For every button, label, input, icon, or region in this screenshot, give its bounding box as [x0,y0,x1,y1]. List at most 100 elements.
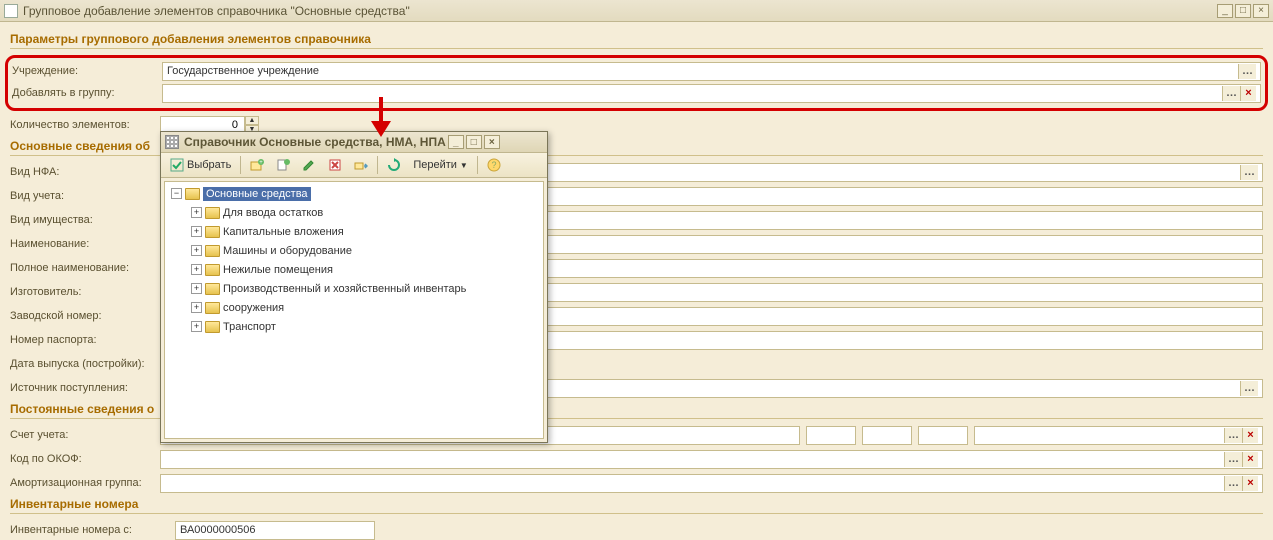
add-folder-button[interactable]: + [245,155,269,175]
minimize-button[interactable]: _ [1217,4,1233,18]
folder-icon [205,283,220,295]
dialog-titlebar: Справочник Основные средства, НМА, НПА _… [161,132,547,153]
expand-icon[interactable]: + [191,321,202,332]
svg-text:+: + [260,160,264,166]
tree-item-label: Нежилые помещения [223,264,333,276]
move-button[interactable] [349,155,373,175]
okof-clear-button[interactable]: × [1242,452,1258,467]
account-sub1[interactable] [806,426,856,445]
prop-label: Вид имущества: [10,214,160,226]
inv-start-label: Инвентарные номера с: [10,524,175,536]
tree-item[interactable]: + сооружения [167,298,541,317]
expand-icon[interactable]: + [191,226,202,237]
reference-dialog: Справочник Основные средства, НМА, НПА _… [160,131,548,443]
account-clear-button[interactable]: × [1242,428,1258,443]
okof-label: Код по ОКОФ: [10,453,160,465]
folder-icon [205,302,220,314]
add-item-button[interactable] [271,155,295,175]
select-button[interactable]: Выбрать [165,155,236,175]
name-label: Наименование: [10,238,160,250]
goto-button-label: Перейти [413,159,457,171]
tree-item[interactable]: + Производственный и хозяйственный инвент… [167,279,541,298]
group-label: Добавлять в группу: [12,87,162,99]
highlighted-params: Учреждение: Государственное учреждение …… [5,55,1268,111]
fullname-label: Полное наименование: [10,262,160,274]
dialog-title: Справочник Основные средства, НМА, НПА [184,135,446,149]
main-titlebar: Групповое добавление элементов справочни… [0,0,1273,22]
expand-icon[interactable]: + [191,245,202,256]
tree-root-label: Основные средства [203,187,311,201]
passport-label: Номер паспорта: [10,334,160,346]
factory-label: Заводской номер: [10,310,160,322]
tree-item[interactable]: + Для ввода остатков [167,203,541,222]
expand-icon[interactable]: + [191,207,202,218]
dialog-close-button[interactable]: × [484,135,500,149]
section-inv-title: Инвентарные номера [10,497,1263,514]
tree-item-label: Производственный и хозяйственный инвента… [223,283,466,295]
account-tail-field[interactable]: … × [974,426,1263,445]
expand-icon[interactable]: + [191,264,202,275]
tree-item-label: сооружения [223,302,284,314]
close-button[interactable]: × [1253,4,1269,18]
tree-item[interactable]: + Нежилые помещения [167,260,541,279]
org-label: Учреждение: [12,65,162,77]
okof-field[interactable]: … × [160,450,1263,469]
amort-select-button[interactable]: … [1224,476,1242,491]
count-up-button[interactable]: ▲ [245,116,259,125]
group-field[interactable]: … × [162,84,1261,103]
inv-start-value: ВА0000000506 [180,524,256,536]
folder-icon [205,264,220,276]
tree-item[interactable]: + Транспорт [167,317,541,336]
account-select-button[interactable]: … [1224,428,1242,443]
dialog-toolbar: Выбрать + Перейти ▼ ? [161,153,547,178]
maximize-button[interactable]: □ [1235,4,1251,18]
maker-label: Изготовитель: [10,286,160,298]
delete-button[interactable] [323,155,347,175]
org-field[interactable]: Государственное учреждение … [162,62,1261,81]
nfa-select-button[interactable]: … [1240,165,1258,180]
group-clear-button[interactable]: × [1240,86,1256,101]
svg-text:?: ? [491,160,496,170]
tree-item-label: Транспорт [223,321,276,333]
account-sub2[interactable] [862,426,912,445]
inv-start-field[interactable]: ВА0000000506 [175,521,375,540]
tree-item-label: Капитальные вложения [223,226,344,238]
folder-icon [185,188,200,200]
account-sub3[interactable] [918,426,968,445]
source-label: Источник поступления: [10,382,160,394]
amort-clear-button[interactable]: × [1242,476,1258,491]
window-title: Групповое добавление элементов справочни… [23,4,410,18]
acc-label: Вид учета: [10,190,160,202]
org-select-button[interactable]: … [1238,64,1256,79]
tree-area[interactable]: − Основные средства +Для ввода остатков+… [164,181,544,439]
count-label: Количество элементов: [10,119,160,131]
collapse-icon[interactable]: − [171,188,182,199]
select-button-label: Выбрать [187,159,231,171]
okof-select-button[interactable]: … [1224,452,1242,467]
expand-icon[interactable]: + [191,283,202,294]
tree-item-label: Машины и оборудование [223,245,352,257]
dialog-maximize-button[interactable]: □ [466,135,482,149]
group-select-button[interactable]: … [1222,86,1240,101]
tree-item[interactable]: + Капитальные вложения [167,222,541,241]
expand-icon[interactable]: + [191,302,202,313]
amort-field[interactable]: … × [160,474,1263,493]
release-label: Дата выпуска (постройки): [10,358,160,370]
edit-button[interactable] [297,155,321,175]
account-label: Счет учета: [10,429,160,441]
nfa-label: Вид НФА: [10,166,160,178]
dialog-minimize-button[interactable]: _ [448,135,464,149]
catalog-icon [165,135,179,149]
help-button[interactable]: ? [482,155,506,175]
org-value: Государственное учреждение [167,65,319,77]
folder-icon [205,245,220,257]
amort-label: Амортизационная группа: [10,477,160,489]
goto-button[interactable]: Перейти ▼ [408,155,473,175]
tree-item[interactable]: + Машины и оборудование [167,241,541,260]
source-select-button[interactable]: … [1240,381,1258,396]
folder-icon [205,226,220,238]
tree-item-label: Для ввода остатков [223,207,323,219]
tree-root[interactable]: − Основные средства [167,184,541,203]
folder-icon [205,321,220,333]
refresh-button[interactable] [382,155,406,175]
